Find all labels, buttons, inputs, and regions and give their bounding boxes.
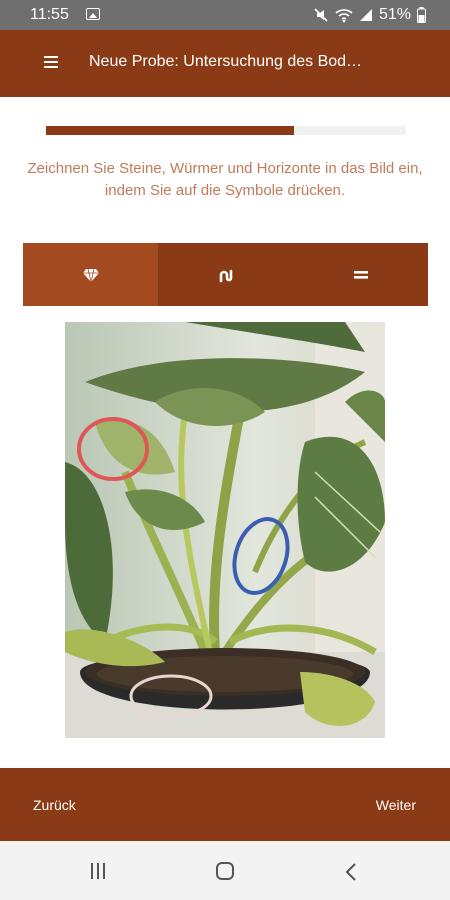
status-bar: 11:55 51% — [0, 0, 450, 30]
back-arrow-icon[interactable] — [345, 863, 357, 881]
sample-photo-canvas[interactable] — [65, 322, 385, 738]
drawing-toolbar — [23, 243, 428, 306]
plant-photo — [65, 322, 385, 738]
signal-icon — [359, 9, 372, 21]
status-icons: 51% — [313, 6, 426, 24]
battery-icon — [417, 7, 426, 23]
mute-icon — [314, 8, 328, 22]
gem-icon — [82, 268, 99, 282]
tool-stones-button[interactable] — [23, 243, 158, 306]
app-bar: Neue Probe: Untersuchung des Bod… — [0, 30, 450, 97]
next-button[interactable]: Weiter — [376, 797, 416, 813]
back-button[interactable]: Zurück — [33, 797, 76, 813]
home-icon[interactable] — [216, 862, 234, 880]
wizard-footer: Zurück Weiter — [0, 768, 450, 841]
progress-fill — [46, 126, 295, 135]
system-navigation-bar — [0, 841, 450, 900]
tool-worms-button[interactable] — [158, 243, 293, 306]
hamburger-menu-icon[interactable] — [44, 56, 58, 68]
recents-icon[interactable] — [91, 863, 105, 879]
image-icon — [86, 8, 100, 20]
horizon-lines-icon — [353, 270, 368, 279]
tool-horizons-button[interactable] — [293, 243, 428, 306]
page-title: Neue Probe: Untersuchung des Bod… — [89, 53, 363, 70]
progress-bar — [46, 126, 406, 135]
wifi-icon — [335, 9, 353, 23]
battery-percent: 51% — [378, 6, 411, 23]
instruction-text: Zeichnen Sie Steine, Würmer und Horizont… — [27, 160, 423, 199]
worm-icon — [219, 269, 232, 282]
status-time: 11:55 — [30, 6, 69, 23]
